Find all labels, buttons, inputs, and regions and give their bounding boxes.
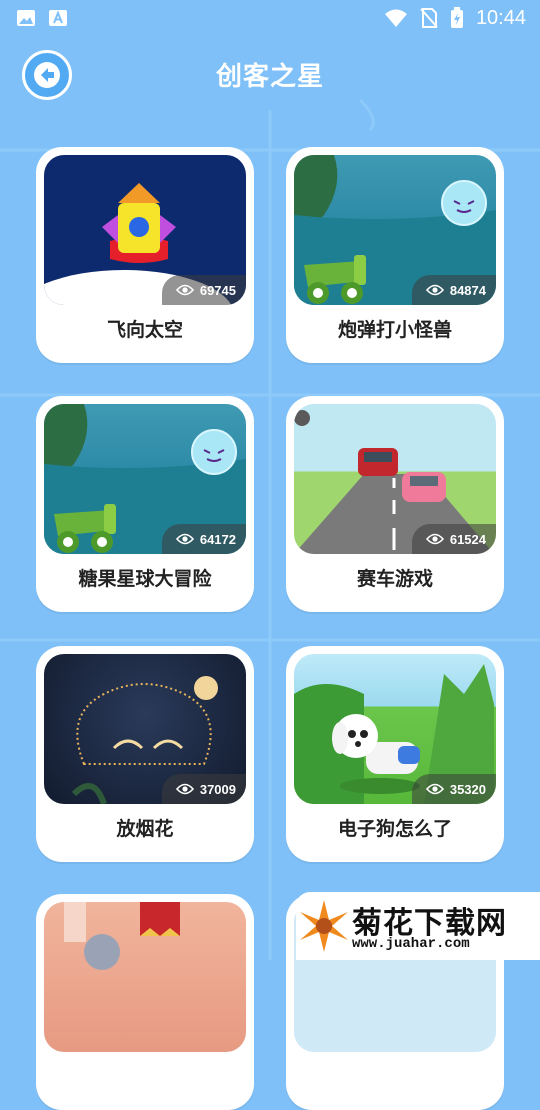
project-thumbnail: 35320 [294, 654, 496, 804]
project-title: 飞向太空 [106, 319, 183, 341]
eye-icon [425, 533, 444, 545]
watermark-url: www.juahar.com [352, 936, 470, 952]
project-thumbnail: 61524 [294, 404, 496, 554]
flower-logo-icon [300, 900, 348, 952]
eye-icon [175, 284, 194, 296]
eye-icon [425, 783, 444, 795]
project-card[interactable]: 35320 电子狗怎么了 [286, 646, 504, 862]
view-count: 64172 [161, 524, 246, 554]
view-count: 61524 [411, 524, 496, 554]
project-title: 糖果星球大冒险 [78, 568, 212, 590]
view-count: 84874 [411, 275, 496, 305]
room-scene-illustration [64, 902, 180, 970]
project-card[interactable]: 61524 赛车游戏 [286, 396, 504, 612]
view-count-value: 84874 [449, 282, 486, 298]
project-title: 电子狗怎么了 [337, 818, 452, 840]
view-count: 37009 [161, 774, 246, 804]
view-count-value: 35320 [449, 781, 486, 797]
project-title: 赛车游戏 [356, 568, 433, 590]
project-grid: 69745 飞向太空 84874 炮弹打小怪兽 64172 糖果星球大冒险 61… [0, 0, 540, 1110]
project-thumbnail [44, 902, 246, 1052]
eye-icon [175, 533, 194, 545]
project-card[interactable]: 64172 糖果星球大冒险 [36, 396, 254, 612]
project-card[interactable]: 37009 放烟花 [36, 646, 254, 862]
eye-icon [425, 284, 444, 296]
project-title: 炮弹打小怪兽 [337, 319, 452, 341]
project-card[interactable]: 69745 飞向太空 [36, 147, 254, 363]
view-count-value: 69745 [199, 282, 236, 298]
watermark: 菊花下载网 www.juahar.com [296, 892, 540, 960]
project-thumbnail: 84874 [294, 155, 496, 305]
project-title: 放烟花 [116, 818, 174, 840]
project-thumbnail: 64172 [44, 404, 246, 554]
eye-icon [175, 783, 194, 795]
project-thumbnail: 69745 [44, 155, 246, 305]
view-count: 35320 [411, 774, 496, 804]
project-card[interactable] [36, 894, 254, 1110]
view-count-value: 64172 [199, 531, 236, 547]
project-card[interactable]: 84874 炮弹打小怪兽 [286, 147, 504, 363]
view-count-value: 37009 [199, 781, 236, 797]
view-count-value: 61524 [449, 531, 486, 547]
project-thumbnail: 37009 [44, 654, 246, 804]
view-count: 69745 [161, 275, 246, 305]
